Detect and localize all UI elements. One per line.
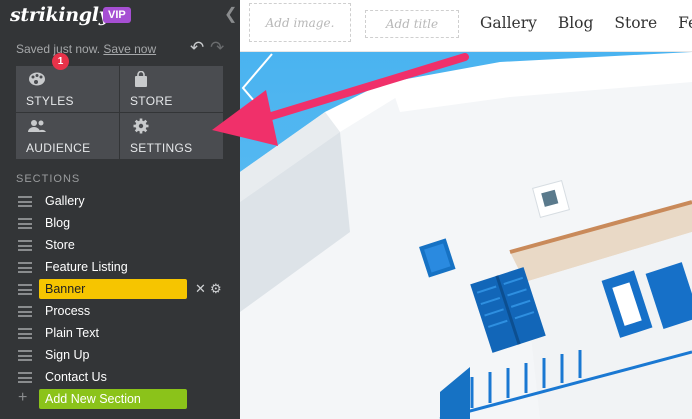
section-name: Banner (45, 282, 86, 296)
drag-handle-icon[interactable] (18, 284, 32, 295)
section-item-store[interactable]: Store (16, 234, 236, 256)
section-item-plain-text[interactable]: Plain Text (16, 322, 236, 344)
add-image-placeholder[interactable]: Add image. (249, 3, 351, 42)
banner-hero-image[interactable] (240, 52, 692, 419)
audience-button[interactable]: AUDIENCE (16, 113, 119, 159)
settings-label: SETTINGS (130, 141, 193, 155)
section-name: Store (45, 238, 75, 252)
add-new-section-label: Add New Section (45, 392, 141, 406)
section-item-sign-up[interactable]: Sign Up (16, 344, 236, 366)
section-name: Blog (45, 216, 71, 230)
section-name: Process (45, 304, 91, 318)
section-name: Plain Text (45, 326, 99, 340)
undo-icon[interactable]: ↶ (190, 38, 204, 58)
store-button[interactable]: STORE (120, 66, 223, 112)
delete-section-icon[interactable]: ✕ (195, 281, 206, 297)
save-now-link[interactable]: Save now (103, 42, 156, 56)
audience-notification-badge: 1 (52, 53, 69, 70)
nav-link-feature-listing[interactable]: Fea (678, 14, 692, 32)
section-name: Sign Up (45, 348, 90, 362)
add-title-placeholder[interactable]: Add title (365, 10, 459, 38)
strikingly-logo[interactable]: strikingly (10, 4, 110, 26)
section-item-banner[interactable]: Banner ✕ ⚙ (16, 278, 236, 300)
section-item-gallery[interactable]: Gallery (16, 190, 236, 212)
nav-link-blog[interactable]: Blog (558, 14, 594, 32)
section-name: Contact Us (45, 370, 107, 384)
drag-handle-icon[interactable] (18, 306, 32, 317)
plus-icon[interactable]: + (18, 389, 27, 407)
add-section-row[interactable]: + Add New Section (16, 388, 236, 410)
editor-sidebar: strikingly VIP ❮ Saved just now. Save no… (0, 0, 240, 419)
sections-heading: SECTIONS (16, 173, 81, 185)
nav-link-gallery[interactable]: Gallery (480, 14, 537, 32)
section-item-contact-us[interactable]: Contact Us (16, 366, 236, 388)
settings-button[interactable]: SETTINGS (120, 113, 223, 159)
sidebar-tiles: STYLES STORE AUDIENCE SETTINGS (16, 66, 223, 159)
audience-label: AUDIENCE (26, 141, 91, 155)
site-preview: Add image. Add title Gallery Blog Store … (240, 0, 692, 419)
redo-icon[interactable]: ↷ (210, 38, 224, 58)
drag-handle-icon[interactable] (18, 240, 32, 251)
section-settings-icon[interactable]: ⚙ (210, 281, 222, 297)
carousel-prev-arrow-icon[interactable] (240, 52, 276, 124)
gear-icon (133, 118, 149, 134)
people-icon (28, 120, 46, 132)
section-name: Feature Listing (45, 260, 128, 274)
styles-button[interactable]: STYLES (16, 66, 119, 112)
palette-icon (29, 72, 45, 86)
building-photo (240, 52, 692, 419)
shopping-bag-icon (135, 71, 147, 87)
sections-list: Gallery Blog Store Feature Listing Banne… (16, 190, 236, 410)
section-item-process[interactable]: Process (16, 300, 236, 322)
save-status: Saved just now. Save now (16, 42, 156, 56)
drag-handle-icon[interactable] (18, 218, 32, 229)
collapse-sidebar-icon[interactable]: ❮ (224, 4, 237, 24)
site-nav: Gallery Blog Store Fea (480, 14, 692, 32)
site-header: Add image. Add title Gallery Blog Store … (240, 0, 692, 52)
drag-handle-icon[interactable] (18, 262, 32, 273)
nav-link-store[interactable]: Store (614, 14, 657, 32)
section-item-feature-listing[interactable]: Feature Listing (16, 256, 236, 278)
drag-handle-icon[interactable] (18, 196, 32, 207)
drag-handle-icon[interactable] (18, 372, 32, 383)
section-item-blog[interactable]: Blog (16, 212, 236, 234)
store-label: STORE (130, 94, 173, 108)
section-name: Gallery (45, 194, 85, 208)
vip-badge: VIP (103, 7, 131, 23)
drag-handle-icon[interactable] (18, 350, 32, 361)
drag-handle-icon[interactable] (18, 328, 32, 339)
styles-label: STYLES (26, 94, 74, 108)
